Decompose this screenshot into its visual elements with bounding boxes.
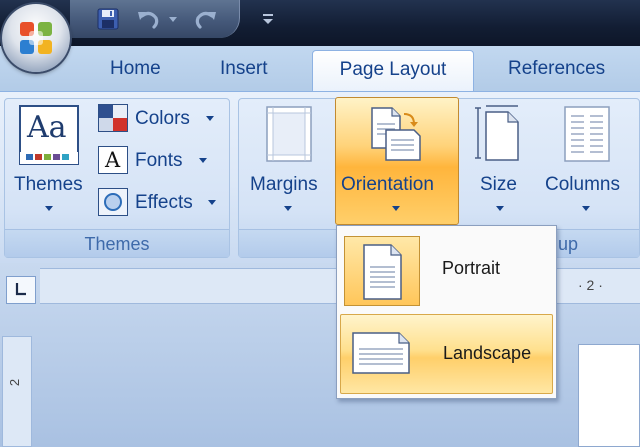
margins-button[interactable]: Margins — [250, 174, 318, 196]
tab-home[interactable]: Home — [110, 58, 161, 80]
fonts-dropdown-icon[interactable] — [199, 158, 207, 163]
office-logo-icon — [20, 22, 52, 54]
office-button[interactable] — [2, 4, 70, 72]
landscape-page-icon — [352, 332, 410, 374]
title-bar — [0, 0, 640, 46]
menu-item-landscape[interactable]: Landscape — [340, 314, 553, 394]
ribbon-tab-row: Home Insert Page Layout References — [0, 46, 640, 94]
save-icon[interactable] — [94, 6, 122, 32]
themes-button[interactable]: Aa — [18, 104, 80, 166]
ruler-tick-label: · 2 · — [578, 277, 603, 293]
tab-insert[interactable]: Insert — [220, 58, 268, 80]
effects-dropdown-icon[interactable] — [208, 200, 216, 205]
menu-item-portrait[interactable]: Portrait — [340, 230, 553, 310]
tab-page-layout[interactable]: Page Layout — [312, 50, 474, 94]
effects-button[interactable]: Effects — [135, 192, 193, 214]
portrait-label: Portrait — [442, 258, 501, 278]
vertical-ruler[interactable]: 2 — [2, 336, 32, 447]
size-dropdown-icon[interactable] — [496, 206, 504, 211]
redo-icon[interactable] — [190, 6, 220, 32]
themes-preview-glyph: Aa — [27, 110, 67, 145]
colors-icon — [98, 104, 128, 132]
landscape-label: Landscape — [443, 343, 532, 363]
portrait-selected-frame — [344, 236, 420, 306]
margins-icon — [266, 106, 312, 162]
size-button[interactable]: Size — [480, 174, 517, 196]
margins-dropdown-icon[interactable] — [284, 206, 292, 211]
left-tab-stop-icon — [15, 283, 26, 296]
undo-dropdown-icon[interactable] — [166, 6, 180, 32]
quick-access-toolbar — [70, 0, 240, 38]
columns-icon — [564, 106, 610, 162]
tab-selector[interactable] — [6, 276, 36, 304]
undo-icon[interactable] — [134, 6, 164, 32]
vertical-ruler-label: 2 — [7, 378, 23, 387]
portrait-page-icon — [363, 244, 402, 300]
orientation-menu: Portrait Landscape — [336, 225, 557, 399]
fonts-button[interactable]: Fonts — [135, 150, 183, 172]
orientation-label[interactable]: Orientation — [341, 174, 434, 196]
customize-qat-icon[interactable] — [258, 6, 278, 32]
columns-dropdown-icon[interactable] — [582, 206, 590, 211]
themes-dropdown-icon[interactable] — [45, 206, 53, 211]
orientation-icon — [368, 106, 424, 162]
colors-button[interactable]: Colors — [135, 108, 190, 130]
size-icon — [474, 104, 524, 162]
orientation-dropdown-icon[interactable] — [392, 206, 400, 211]
tab-references[interactable]: References — [508, 58, 605, 80]
effects-icon — [98, 188, 128, 216]
themes-button-label[interactable]: Themes — [14, 174, 83, 196]
colors-dropdown-icon[interactable] — [206, 116, 214, 121]
group-label-themes: Themes — [5, 229, 229, 257]
document-page[interactable] — [578, 344, 640, 447]
fonts-icon: A — [98, 146, 128, 174]
columns-button[interactable]: Columns — [545, 174, 620, 196]
